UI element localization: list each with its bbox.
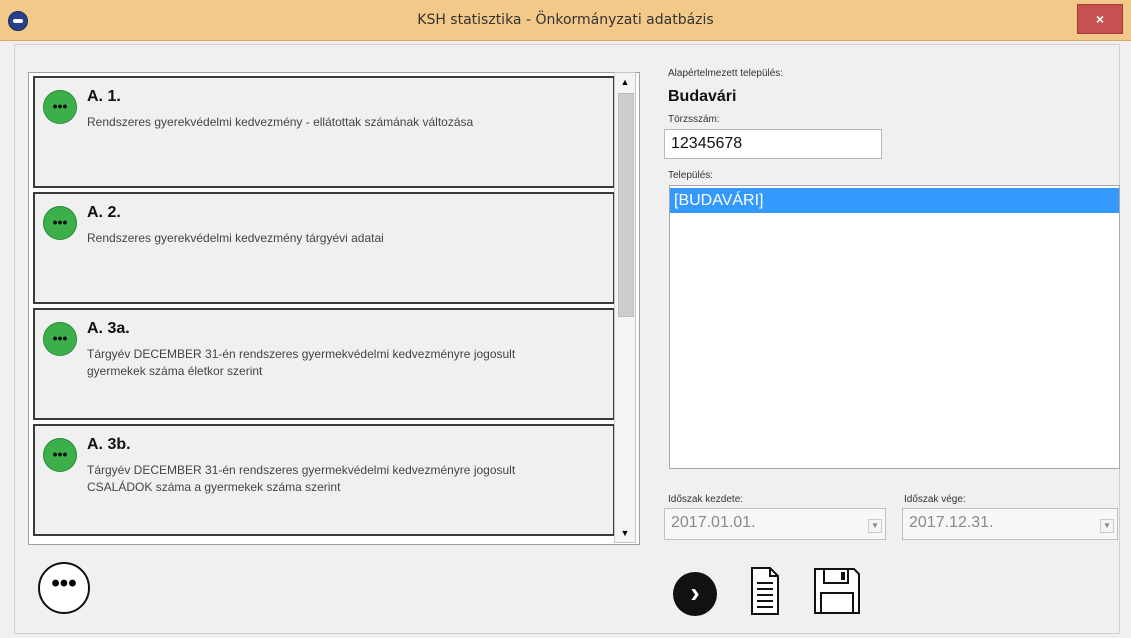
report-description: Tárgyév DECEMBER 31-én rendszeres gyerme… [87, 463, 516, 494]
report-list-scrollbar[interactable]: ▲ ▼ [614, 72, 636, 543]
title-bar: KSH statisztika - Önkormányzati adatbázi… [0, 0, 1131, 41]
period-end-value: 2017.12.31. [909, 514, 994, 531]
report-list: ••• A. 1. Rendszeres gyerekvédelmi kedve… [28, 72, 640, 545]
more-icon[interactable]: ••• [43, 206, 77, 240]
close-button[interactable]: × [1077, 4, 1123, 34]
period-start-select[interactable]: 2017.01.01. ▼ [664, 508, 886, 540]
report-code: A. 3a. [87, 320, 130, 337]
settlement-listbox[interactable]: [BUDAVÁRI] [669, 185, 1120, 469]
save-icon[interactable] [812, 566, 862, 616]
default-settlement-value: Budavári [668, 88, 737, 105]
report-code: A. 3b. [87, 436, 131, 453]
settlement-option-selected[interactable]: [BUDAVÁRI] [670, 188, 1119, 213]
report-description: Tárgyév DECEMBER 31-én rendszeres gyerme… [87, 347, 516, 378]
more-icon[interactable]: ••• [43, 322, 77, 356]
scrollbar-thumb[interactable] [618, 93, 634, 317]
default-settlement-label: Alapértelmezett település: [668, 68, 784, 79]
report-description: Rendszeres gyerekvédelmi kedvezmény - el… [87, 115, 474, 129]
more-icon[interactable]: ••• [43, 90, 77, 124]
chevron-down-icon[interactable]: ▼ [1100, 519, 1114, 533]
more-options-button[interactable]: ••• [38, 562, 90, 614]
report-code: A. 2. [87, 204, 121, 221]
registry-label: Törzsszám: [668, 114, 720, 125]
next-arrow-button[interactable]: › [673, 572, 717, 616]
window-title: KSH statisztika - Önkormányzati adatbázi… [417, 12, 714, 28]
report-card-a3b[interactable]: ••• A. 3b. Tárgyév DECEMBER 31-én rendsz… [33, 424, 615, 536]
chevron-down-icon[interactable]: ▼ [868, 519, 882, 533]
report-card-a3a[interactable]: ••• A. 3a. Tárgyév DECEMBER 31-én rendsz… [33, 308, 615, 420]
report-description: Rendszeres gyerekvédelmi kedvezmény tárg… [87, 231, 384, 245]
registry-number-field[interactable]: 12345678 [664, 129, 882, 159]
settlement-label: Település: [668, 170, 714, 181]
report-card-a2[interactable]: ••• A. 2. Rendszeres gyerekvédelmi kedve… [33, 192, 615, 304]
period-start-label: Időszak kezdete: [668, 494, 744, 505]
more-icon[interactable]: ••• [43, 438, 77, 472]
report-code: A. 1. [87, 88, 121, 105]
report-card-a1[interactable]: ••• A. 1. Rendszeres gyerekvédelmi kedve… [33, 76, 615, 188]
period-start-value: 2017.01.01. [671, 514, 756, 531]
period-end-label: Időszak vége: [904, 494, 966, 505]
scroll-up-arrow-icon[interactable]: ▲ [618, 75, 632, 89]
scroll-down-arrow-icon[interactable]: ▼ [618, 526, 632, 540]
period-end-select[interactable]: 2017.12.31. ▼ [902, 508, 1118, 540]
document-icon[interactable] [750, 566, 780, 616]
